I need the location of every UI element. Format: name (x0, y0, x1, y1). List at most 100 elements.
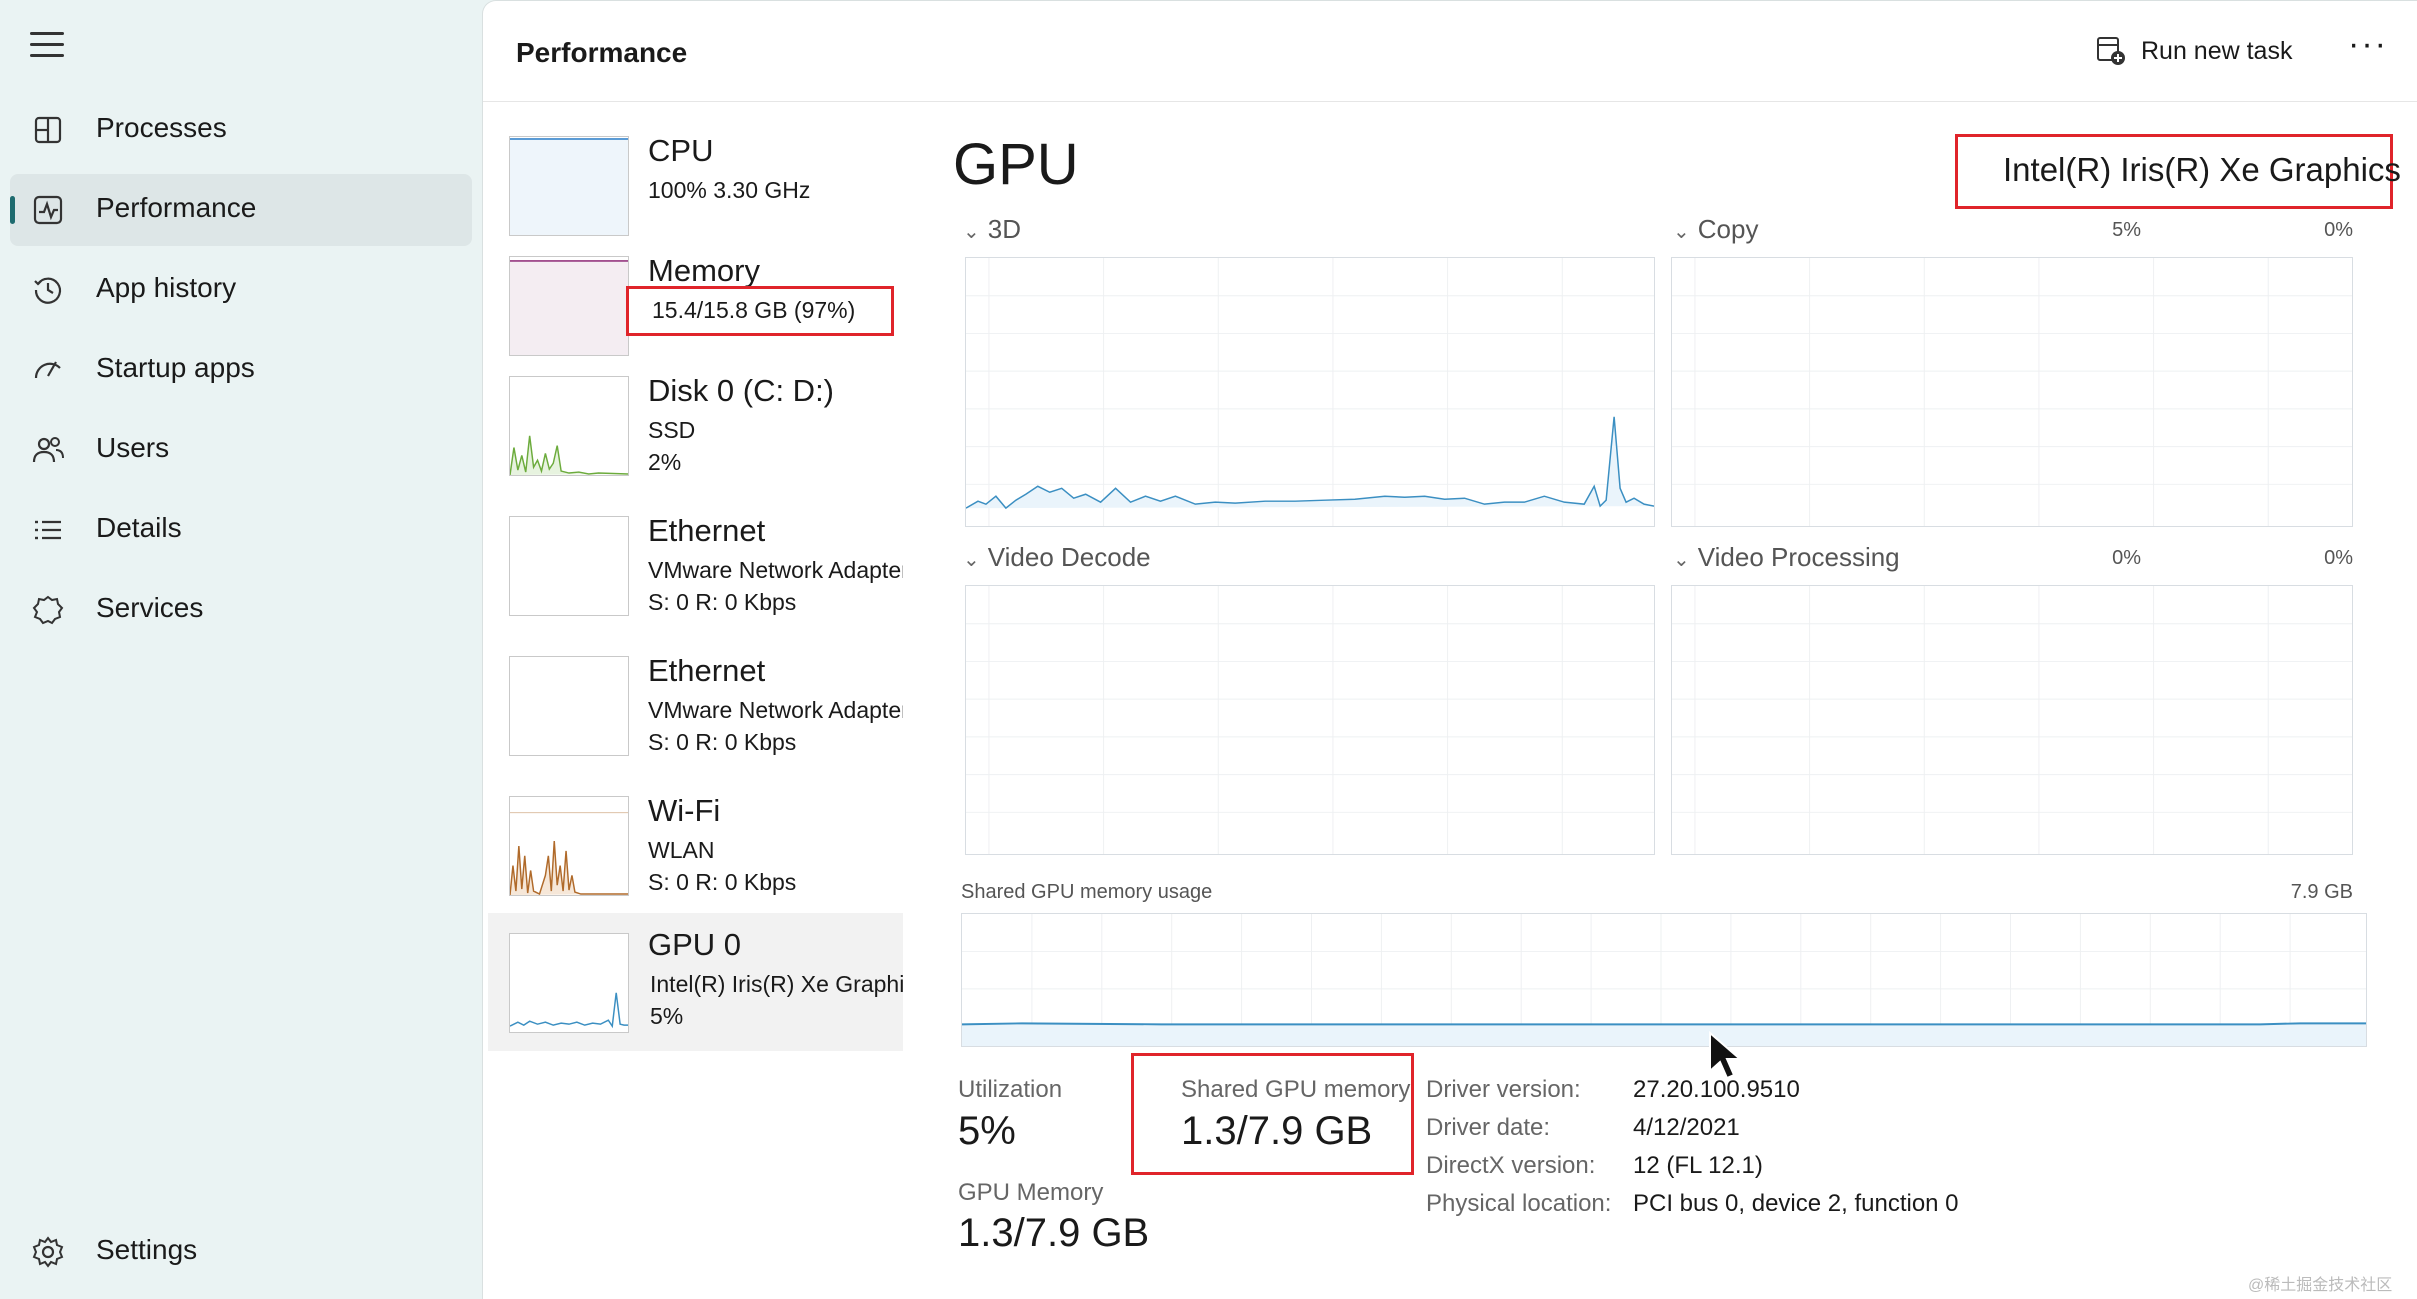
settings-gear-icon (32, 1236, 64, 1268)
gpu-thumbnail (509, 933, 629, 1033)
sidebar-item-label: Services (96, 592, 204, 623)
device-name: CPU (648, 133, 714, 168)
device-name: Memory (648, 253, 760, 288)
engine-copy-dropdown[interactable]: ⌄ Copy (1673, 214, 1758, 245)
directx-version-value: 12 (FL 12.1) (1633, 1152, 1763, 1179)
hamburger-menu-icon[interactable] (30, 32, 64, 62)
sidebar-item-settings[interactable]: Settings (10, 1216, 472, 1288)
details-icon (35, 520, 61, 540)
sidebar-item-label: Details (96, 512, 182, 543)
directx-version-label: DirectX version: (1426, 1152, 1596, 1179)
processes-icon (34, 116, 62, 144)
engine-pct: 0% (2324, 547, 2353, 569)
engine-label: Copy (1697, 214, 1759, 244)
device-ethernet-1[interactable]: Ethernet VMware Network Adapter S: 0 R: … (483, 501, 903, 641)
device-name: Disk 0 (C: D:) (648, 373, 834, 408)
more-options-button[interactable]: ··· (2343, 27, 2393, 71)
device-detail: Intel(R) Iris(R) Xe Graphics (650, 971, 905, 997)
device-detail-2: S: 0 R: 0 Kbps (648, 729, 797, 755)
sidebar-item-performance[interactable]: Performance (10, 174, 472, 246)
device-name: GPU 0 (648, 927, 742, 962)
users-icon (32, 437, 64, 463)
sidebar-item-label: Settings (96, 1234, 198, 1265)
watermark: @稀土掘金技术社区 (2248, 1277, 2393, 1294)
mouse-cursor-icon (1709, 1031, 1743, 1080)
startup-icon (34, 361, 61, 379)
device-wifi[interactable]: Wi-Fi WLAN S: 0 R: 0 Kbps (483, 781, 903, 921)
device-detail-2: S: 0 R: 0 Kbps (648, 869, 797, 895)
device-gpu[interactable]: GPU 0 Intel(R) Iris(R) Xe Graphics 5% (488, 913, 905, 1051)
sidebar: Processes Performance App history Startu… (0, 0, 482, 1298)
device-name: Ethernet (648, 653, 766, 688)
device-detail: VMware Network Adapter (648, 697, 903, 723)
memory-thumbnail (509, 256, 629, 356)
device-memory[interactable]: Memory 15.4/15.8 GB (97%) (483, 241, 903, 381)
engine-video-processing-dropdown[interactable]: ⌄ Video Processing (1673, 542, 1900, 573)
run-task-label: Run new task (2141, 36, 2293, 65)
active-indicator (10, 196, 15, 224)
shared-memory-usage-max: 7.9 GB (2290, 881, 2353, 903)
device-cpu[interactable]: CPU 100% 3.30 GHz (483, 121, 903, 261)
device-ethernet-2[interactable]: Ethernet VMware Network Adapter S: 0 R: … (483, 641, 903, 781)
sidebar-item-users[interactable]: Users (10, 414, 472, 486)
chevron-down-icon: ⌄ (963, 549, 980, 571)
header: Performance Run new task ··· (483, 1, 2417, 102)
physical-location-value: PCI bus 0, device 2, function 0 (1633, 1190, 1959, 1217)
run-task-icon (2097, 37, 2125, 65)
sidebar-item-app-history[interactable]: App history (10, 254, 472, 326)
wifi-thumbnail (509, 796, 629, 896)
chevron-down-icon: ⌄ (1673, 221, 1690, 243)
engine-3d-graph (965, 257, 1655, 527)
sidebar-item-label: Startup apps (96, 352, 255, 383)
engine-copy-graph (1671, 257, 2353, 527)
engine-video-decode-graph (965, 585, 1655, 855)
device-name: Wi-Fi (648, 793, 721, 828)
engine-label: 3D (987, 214, 1022, 244)
sidebar-item-processes[interactable]: Processes (10, 94, 472, 166)
chevron-down-icon: ⌄ (963, 221, 980, 243)
history-icon (34, 277, 62, 304)
shared-memory-label: Shared GPU memory (1181, 1076, 1411, 1103)
engine-label: Video Processing (1697, 542, 1900, 572)
physical-location-label: Physical location: (1426, 1190, 1612, 1217)
device-detail: 15.4/15.8 GB (97%) (652, 297, 856, 323)
device-detail: WLAN (648, 837, 715, 863)
services-icon (32, 595, 64, 625)
device-disk[interactable]: Disk 0 (C: D:) SSD 2% (483, 361, 903, 501)
chevron-down-icon: ⌄ (1673, 549, 1690, 571)
sidebar-item-label: Processes (96, 112, 227, 143)
sidebar-item-label: App history (96, 272, 237, 303)
shared-memory-usage-label: Shared GPU memory usage (961, 881, 1213, 903)
device-detail-2: 2% (648, 449, 682, 475)
engine-label: Video Decode (987, 542, 1151, 572)
disk-thumbnail (509, 376, 629, 476)
sidebar-item-startup-apps[interactable]: Startup apps (10, 334, 472, 406)
shared-memory-graph (961, 913, 2367, 1047)
driver-date-value: 4/12/2021 (1633, 1114, 1740, 1141)
engine-pct: 5% (2112, 219, 2141, 241)
performance-icon (33, 195, 63, 225)
sidebar-item-label: Performance (96, 192, 257, 223)
run-new-task-button[interactable]: Run new task (2095, 29, 2292, 73)
device-detail: SSD (648, 417, 696, 443)
engine-video-processing-graph (1671, 585, 2353, 855)
driver-date-label: Driver date: (1426, 1114, 1551, 1141)
sidebar-item-details[interactable]: Details (10, 494, 472, 566)
gpu-memory-value: 1.3/7.9 GB (958, 1211, 1150, 1255)
engine-pct: 0% (2112, 547, 2141, 569)
utilization-value: 5% (958, 1109, 1016, 1153)
cpu-thumbnail (509, 136, 629, 236)
device-detail-2: 5% (650, 1003, 684, 1029)
ethernet-thumbnail (509, 516, 629, 616)
shared-memory-value: 1.3/7.9 GB (1181, 1109, 1373, 1153)
device-detail: 100% 3.30 GHz (648, 177, 811, 203)
ethernet-thumbnail (509, 656, 629, 756)
engine-video-decode-dropdown[interactable]: ⌄ Video Decode (963, 542, 1151, 573)
utilization-label: Utilization (958, 1076, 1063, 1103)
engine-3d-dropdown[interactable]: ⌄ 3D (963, 214, 1021, 245)
engine-pct: 0% (2324, 219, 2353, 241)
gpu-model-name: Intel(R) Iris(R) Xe Graphics (2003, 151, 2401, 188)
sidebar-item-services[interactable]: Services (10, 574, 472, 646)
device-name: Ethernet (648, 513, 766, 548)
driver-version-label: Driver version: (1426, 1076, 1581, 1103)
